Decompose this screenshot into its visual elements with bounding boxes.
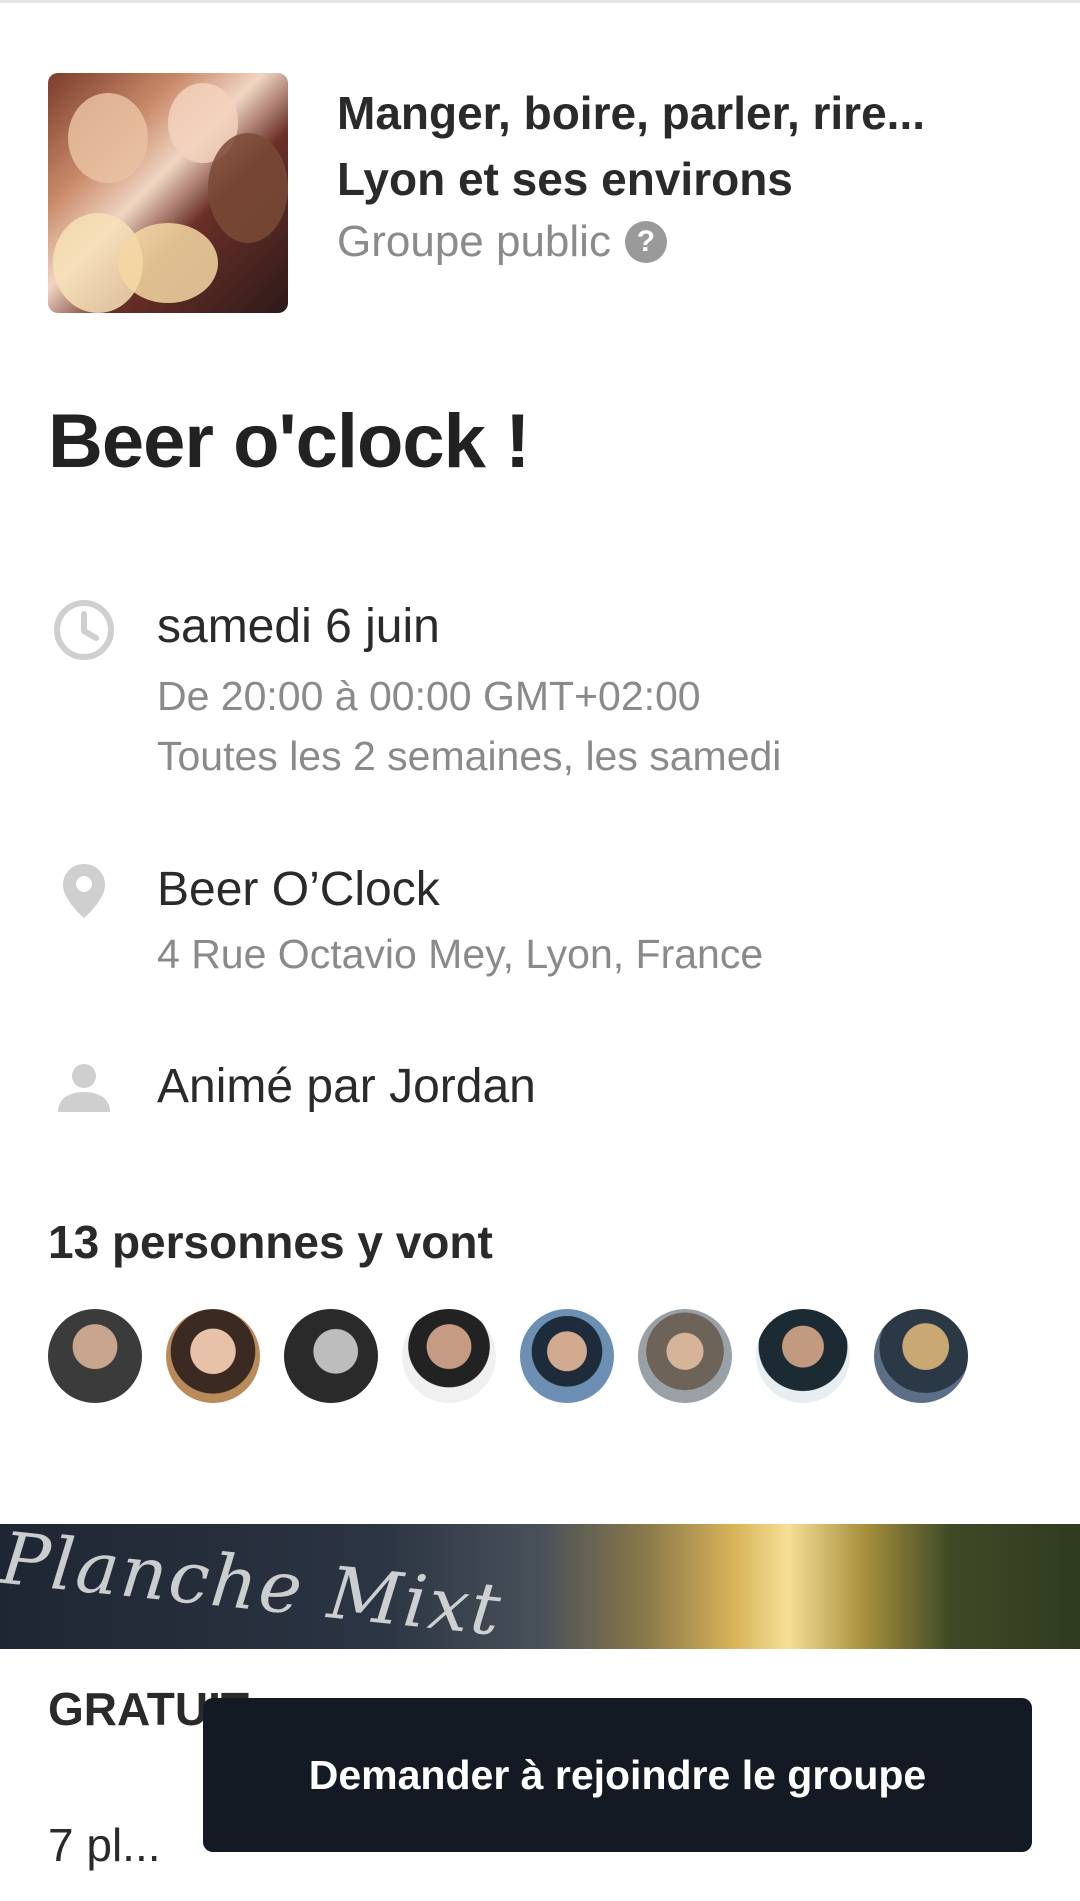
event-time: De 20:00 à 00:00 GMT+02:00 <box>157 673 701 719</box>
person-icon <box>56 1062 112 1119</box>
avatar[interactable] <box>874 1309 968 1403</box>
avatar[interactable] <box>284 1309 378 1403</box>
event-host[interactable]: Animé par Jordan <box>157 1059 536 1114</box>
event-recurrence: Toutes les 2 semaines, les samedi <box>157 733 782 779</box>
top-divider <box>0 0 1080 3</box>
venue-address[interactable]: 4 Rue Octavio Mey, Lyon, France <box>157 931 763 978</box>
avatar[interactable] <box>638 1309 732 1403</box>
avatar[interactable] <box>756 1309 850 1403</box>
group-type: Groupe public ? <box>337 213 667 271</box>
event-date: samedi 6 juin <box>157 600 440 653</box>
event-price: GRATUIT <box>48 1683 250 1735</box>
event-title: Beer o'clock ! <box>48 399 530 484</box>
clock-icon <box>52 598 116 667</box>
banner-text: Planche Mixt <box>0 1524 507 1649</box>
avatar[interactable] <box>166 1309 260 1403</box>
join-group-button[interactable]: Demander à rejoindre le groupe <box>203 1698 1032 1852</box>
event-banner-image: Planche Mixt <box>0 1524 1080 1649</box>
attendee-avatars[interactable] <box>48 1309 968 1403</box>
group-name[interactable]: Manger, boire, parler, rire... Lyon et s… <box>337 80 1037 212</box>
avatar[interactable] <box>48 1309 142 1403</box>
attendees-title[interactable]: 13 personnes y vont <box>48 1215 493 1269</box>
avatar[interactable] <box>402 1309 496 1403</box>
map-pin-icon <box>60 862 108 925</box>
help-icon[interactable]: ? <box>624 221 667 263</box>
group-type-label: Groupe public <box>337 217 611 266</box>
spots-left: 7 pl... <box>48 1819 161 1871</box>
venue-name[interactable]: Beer O’Clock <box>157 862 440 917</box>
avatar[interactable] <box>520 1309 614 1403</box>
group-thumbnail[interactable] <box>48 73 288 313</box>
